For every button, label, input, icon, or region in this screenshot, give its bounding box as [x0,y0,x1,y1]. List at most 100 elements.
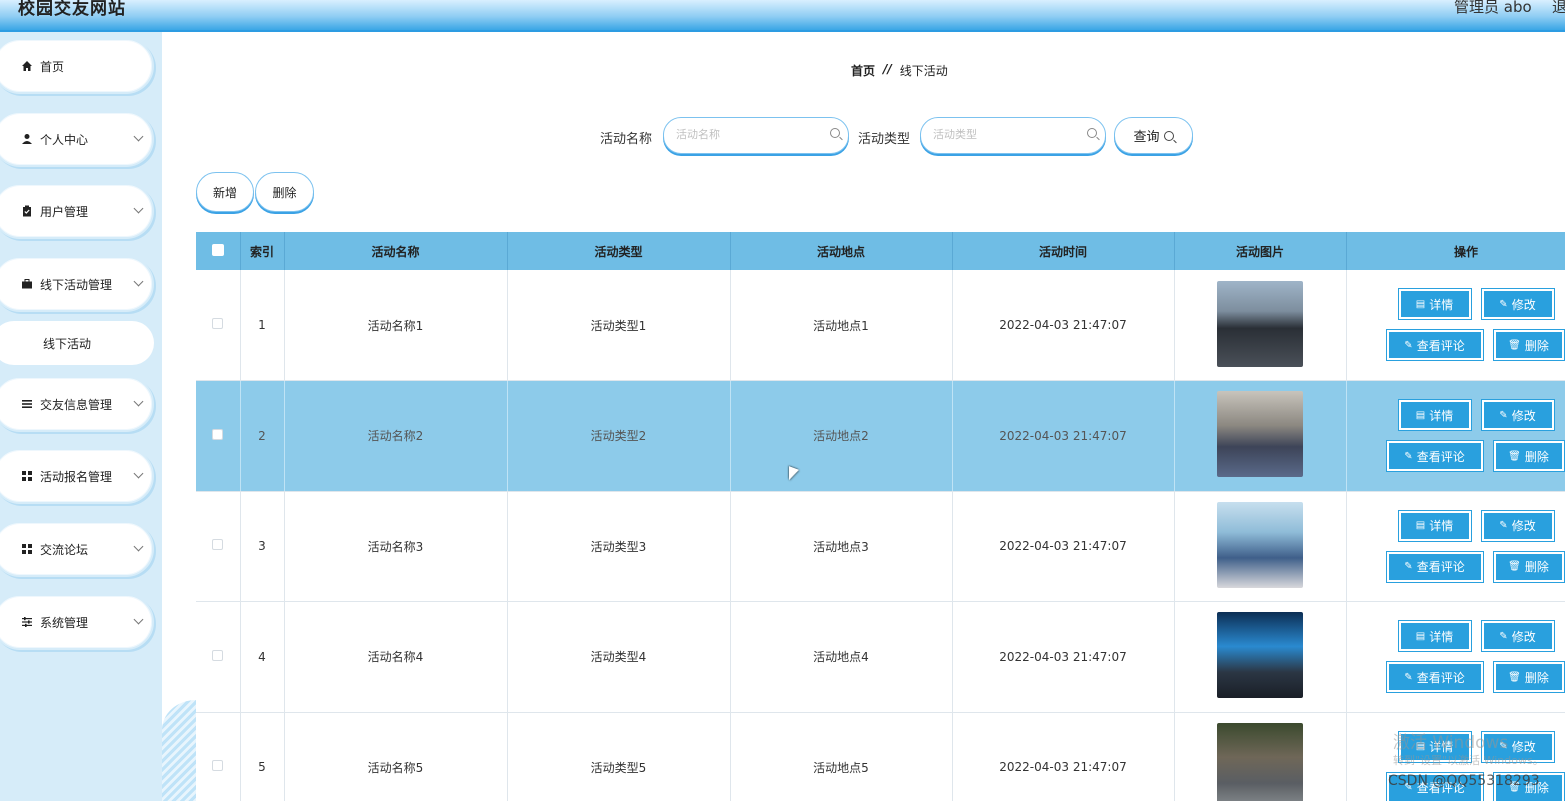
sidebar-item-offline-activity-management[interactable]: 线下活动管理 [0,256,154,312]
chevron-down-icon [133,614,144,625]
edit-icon: ✎ [1404,339,1413,351]
row-checkbox[interactable] [212,428,224,440]
query-button-label: 查询 [1133,130,1160,145]
detail-button[interactable]: ▤ 详情 [1398,621,1471,651]
chevron-down-icon [133,131,144,142]
detail-button[interactable]: ▤ 详情 [1398,400,1471,430]
breadcrumb: 首页 // 线下活动 [851,62,948,79]
activity-name-search[interactable] [663,117,849,154]
search-icon [1087,128,1097,138]
column-header-time: 活动时间 [952,232,1175,270]
edit-icon: ✎ [1404,450,1413,462]
row-select-cell[interactable] [196,270,241,381]
sidebar-item-forum[interactable]: 交流论坛 [0,521,154,577]
grid-icon [20,469,34,483]
edit-icon: ✎ [1499,409,1508,421]
sidebar: 首页 个人中心 用户管理 线下活动管理 线下活动 交友信息管理 活动报名管理 交… [0,32,162,801]
table-row[interactable]: 3 活动名称3 活动类型3 活动地点3 2022-04-03 21:47:07 ▤ 详情 ✎ 修… [196,491,1565,602]
activity-name-input[interactable] [676,128,826,141]
view-comments-button[interactable]: ✎ 查看评论 [1386,662,1483,692]
site-title: 校园交友网站 [18,0,126,19]
select-all-cell[interactable] [196,232,241,270]
table-row[interactable]: 4 活动名称4 活动类型4 活动地点4 2022-04-03 21:47:07 ▤ 详情 ✎ 修… [196,601,1565,713]
activity-photo[interactable] [1217,501,1303,588]
grid-icon [20,542,34,556]
view-comments-button[interactable]: ✎ 查看评论 [1386,330,1483,360]
edit-icon: ✎ [1499,298,1508,310]
edit-button[interactable]: ✎ 修改 [1481,289,1554,319]
sidebar-item-label: 活动报名管理 [40,469,113,484]
batch-delete-button[interactable]: 删除 [255,172,314,212]
sidebar-item-personal-center[interactable]: 个人中心 [0,111,154,167]
sidebar-item-user-management[interactable]: 用户管理 [0,183,154,239]
row-select-cell[interactable] [196,601,241,713]
cell-time: 2022-04-03 21:47:07 [952,712,1175,801]
edit-button[interactable]: ✎ 修改 [1481,400,1554,430]
view-comments-button[interactable]: ✎ 查看评论 [1386,441,1483,471]
breadcrumb-home[interactable]: 首页 [851,62,875,79]
chevron-down-icon [133,468,144,479]
list-icon [20,397,34,411]
detail-button[interactable]: ▤ 详情 [1398,510,1471,541]
add-button[interactable]: 新增 [196,172,254,212]
row-checkbox[interactable] [212,760,224,772]
detail-button[interactable]: ▤ 详情 [1398,289,1471,319]
row-select-cell[interactable] [196,380,241,492]
sidebar-subitem-offline-activity[interactable]: 线下活动 [0,321,154,365]
sidebar-item-label: 交流论坛 [40,542,89,557]
clipboard-icon [20,204,34,218]
delete-button[interactable]: 🗑 删除 [1493,330,1564,360]
edit-button[interactable]: ✎ 修改 [1481,621,1554,651]
select-all-checkbox[interactable] [211,243,224,256]
sidebar-item-label: 系统管理 [40,615,89,630]
table-row[interactable]: 5 活动名称5 活动类型5 活动地点5 2022-04-03 21:47:07 ▤ 详情 ✎ 修… [196,712,1565,801]
sidebar-item-dating-info-management[interactable]: 交友信息管理 [0,376,154,432]
delete-button[interactable]: 🗑 删除 [1493,662,1564,692]
chevron-down-icon [133,396,144,407]
activity-photo[interactable] [1217,391,1303,478]
cell-name: 活动名称2 [284,380,508,492]
activity-photo[interactable] [1217,280,1303,367]
sidebar-item-home[interactable]: 首页 [0,38,154,94]
activity-photo[interactable] [1217,722,1303,801]
sidebar-item-label: 交友信息管理 [40,397,113,412]
edit-button[interactable]: ✎ 修改 [1481,510,1554,541]
activity-table: 索引 活动名称 活动类型 活动地点 活动时间 活动图片 操作 1 活动名称1 活动类… [196,232,1565,801]
top-header: 校园交友网站 管理员 abo 退出 [0,0,1565,32]
cell-name: 活动名称1 [284,270,508,381]
row-checkbox[interactable] [212,318,224,329]
cell-place: 活动地点2 [730,380,953,492]
column-header-index: 索引 [240,232,285,270]
column-header-type: 活动类型 [507,232,731,270]
logout-link[interactable]: 退出 [1552,0,1565,17]
document-icon: ▤ [1415,630,1426,642]
activity-photo[interactable] [1217,612,1303,699]
delete-button[interactable]: 🗑 删除 [1493,551,1564,582]
activity-name-label: 活动名称 [600,132,653,147]
cell-image [1174,601,1347,713]
cell-time: 2022-04-03 21:47:07 [952,380,1175,492]
view-comments-button[interactable]: ✎ 查看评论 [1386,551,1483,582]
table-row[interactable]: 1 活动名称1 活动类型1 活动地点1 2022-04-03 21:47:07 ▤ 详情 ✎ 修… [196,270,1565,381]
sidebar-item-system-management[interactable]: 系统管理 [0,594,154,650]
sidebar-item-registration-management[interactable]: 活动报名管理 [0,448,154,504]
delete-button[interactable]: 🗑 删除 [1493,441,1564,471]
row-checkbox[interactable] [212,649,224,661]
cell-place: 活动地点5 [730,712,953,801]
activity-type-input[interactable] [933,128,1083,141]
activity-type-search[interactable] [920,117,1106,154]
trash-icon: 🗑 [1508,561,1521,572]
cell-operations: ▤ 详情 ✎ 修改 ✎ 查看评论 🗑 删除 [1346,601,1565,713]
row-select-cell[interactable] [196,712,241,801]
row-checkbox[interactable] [212,539,224,551]
cell-index: 1 [240,270,285,381]
corner-decoration [162,700,196,801]
table-row[interactable]: 2 活动名称2 活动类型2 活动地点2 2022-04-03 21:47:07 ▤ 详情 ✎ 修… [196,380,1565,492]
cell-type: 活动类型4 [507,601,731,713]
document-icon: ▤ [1415,298,1426,310]
cell-time: 2022-04-03 21:47:07 [952,270,1175,381]
cell-index: 5 [240,712,285,801]
trash-icon: 🗑 [1508,671,1521,683]
query-button[interactable]: 查询 [1114,117,1193,154]
row-select-cell[interactable] [196,491,241,602]
